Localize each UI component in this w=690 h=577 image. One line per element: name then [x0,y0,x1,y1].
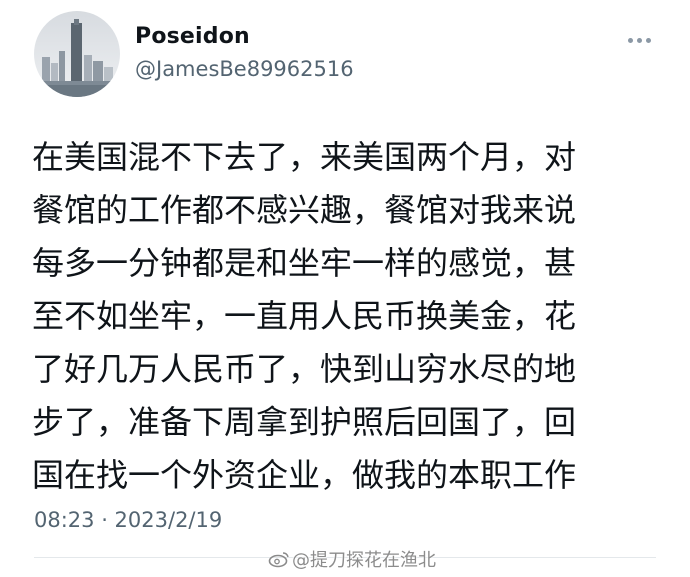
more-horizontal-icon-dot [636,37,642,43]
watermark: @提刀探花在渔北 [268,546,436,572]
watermark-text: @提刀探花在渔北 [292,550,436,571]
more-horizontal-icon [627,37,633,43]
tweet-timestamp[interactable]: 08:23 · 2023/2/19 [34,508,222,532]
tweet-line: 餐馆的工作都不感兴趣，餐馆对我来说 [32,191,577,229]
tweet-line: 了好几万人民币了，快到山穷水尽的地 [32,350,577,388]
tweet-line: 在美国混不下去了，来美国两个月，对 [32,138,577,176]
more-horizontal-icon-dot [645,37,651,43]
tweet-line: 国在找一个外资企业，做我的本职工作 [32,456,577,494]
tweet-text: 在美国混不下去了，来美国两个月，对 餐馆的工作都不感兴趣，餐馆对我来说 每多一分… [32,131,662,502]
avatar[interactable] [34,11,120,97]
tweet-line: 每多一分钟都是和坐牢一样的感觉，甚 [32,244,577,282]
avatar-image [34,11,120,97]
more-options-button[interactable] [618,27,660,53]
display-name[interactable]: Poseidon [135,24,250,49]
tweet-line: 步了，准备下周拿到护照后回国了，回 [32,403,577,441]
weibo-logo-icon [268,552,289,568]
tweet-line: 至不如坐牢，一直用人民币换美金，花 [32,297,577,335]
user-handle[interactable]: @JamesBe89962516 [135,57,354,81]
